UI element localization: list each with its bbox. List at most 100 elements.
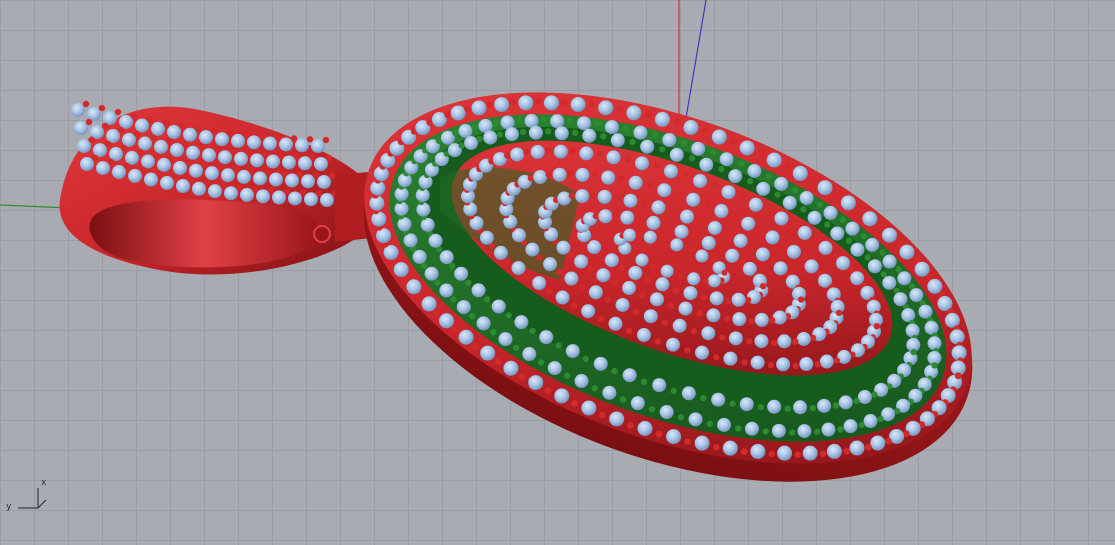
outer-ring-prong xyxy=(494,358,502,366)
model-scene[interactable] xyxy=(0,0,1115,545)
bail-stone xyxy=(141,154,155,169)
field-ring-2-prong xyxy=(781,240,788,247)
outer-ring-stone xyxy=(458,329,474,345)
field-ring-2-prong xyxy=(690,328,698,335)
green-ring-1-prong xyxy=(879,249,886,256)
outer-ring-prong xyxy=(560,98,568,106)
green-ring-1-stone xyxy=(403,233,418,248)
bail-stone xyxy=(80,157,94,171)
field-ring-3-prong xyxy=(641,199,648,206)
green-ring-1-prong xyxy=(564,372,571,380)
field-ring-3-stone xyxy=(706,308,721,323)
green-ring-1-prong xyxy=(680,139,688,146)
field-ring-1-prong xyxy=(713,354,720,361)
outer-ring-stone xyxy=(711,129,727,145)
field-ring-2-stone xyxy=(701,326,716,341)
outer-ring-stone xyxy=(421,296,437,312)
field-ring-4-stone xyxy=(683,286,698,301)
field-ring-1-prong xyxy=(833,357,840,364)
bail-prong xyxy=(136,148,144,156)
field-ring-4-prong xyxy=(592,212,600,220)
outer-ring-stone xyxy=(439,313,455,329)
green-ring-1-stone xyxy=(909,288,924,303)
green-ring-2-stone xyxy=(554,126,569,141)
triad-y-label: y xyxy=(6,502,12,512)
field-ring-1-prong xyxy=(596,150,603,157)
field-ring-1-prong xyxy=(791,221,798,228)
field-ring-4-prong xyxy=(725,297,733,304)
field-ring-5-stone xyxy=(643,230,657,244)
green-ring-2-prong xyxy=(864,254,871,261)
green-ring-1-stone xyxy=(476,316,491,331)
green-ring-1-prong xyxy=(677,414,685,421)
bail-prong xyxy=(107,158,115,166)
green-ring-2-stone xyxy=(640,139,655,154)
outer-ring-prong xyxy=(834,190,842,198)
green-ring-1-stone xyxy=(744,421,759,436)
outer-ring-stone xyxy=(626,105,642,121)
field-ring-3-stone xyxy=(707,220,722,235)
outer-ring-stone xyxy=(494,97,510,113)
field-ring-5-prong xyxy=(702,278,709,285)
bail-stone xyxy=(269,172,283,187)
green-ring-1-prong xyxy=(450,296,457,303)
field-ring-3-stone xyxy=(649,292,664,307)
field-ring-1-stone xyxy=(493,245,508,260)
bail-prong xyxy=(328,172,336,180)
bail-prong xyxy=(290,135,298,142)
field-ring-1-stone xyxy=(608,316,623,331)
green-ring-2-prong xyxy=(449,262,456,270)
field-ring-1-stone xyxy=(606,150,621,165)
outer-ring-stone xyxy=(528,375,544,391)
bail-prong xyxy=(130,112,138,120)
field-ring-3-prong xyxy=(587,266,594,273)
field-ring-2-prong xyxy=(801,255,808,262)
green-ring-2-prong xyxy=(853,397,860,405)
perspective-viewport[interactable]: x y xyxy=(0,0,1115,545)
outer-ring-stone xyxy=(899,244,915,260)
bail-prong xyxy=(264,169,272,176)
field-ring-3-stone xyxy=(623,193,638,208)
pendant-body xyxy=(363,92,973,482)
field-ring-2-stone xyxy=(628,175,643,190)
bail-prong xyxy=(232,166,240,173)
field-ring-3-prong xyxy=(667,302,675,309)
outer-ring-prong xyxy=(740,448,748,455)
bail-prong xyxy=(219,181,227,189)
green-ring-2-prong xyxy=(555,342,562,349)
field-ring-5-stone xyxy=(635,253,649,267)
bail-prong xyxy=(98,104,106,112)
field-ring-2-stone xyxy=(804,259,819,274)
bail-prong xyxy=(114,108,122,116)
bail-prong xyxy=(133,130,141,138)
green-ring-1-prong xyxy=(619,396,627,403)
outer-ring-stone xyxy=(766,152,782,168)
outer-ring-prong xyxy=(712,443,720,451)
green-ring-1-prong xyxy=(452,129,459,137)
green-ring-2-prong xyxy=(688,155,696,162)
field-ring-3-stone xyxy=(772,310,787,325)
field-ring-1-stone xyxy=(774,211,789,226)
green-ring-1-prong xyxy=(877,415,884,423)
green-ring-1-stone xyxy=(574,374,589,389)
field-ring-1-stone xyxy=(818,240,833,255)
field-ring-3-prong xyxy=(611,279,619,287)
field-ring-3-prong xyxy=(698,217,705,224)
bail-prong xyxy=(117,126,125,134)
outer-ring-stone xyxy=(870,435,886,451)
field-ring-3-stone xyxy=(755,247,770,262)
field-ring-4-prong xyxy=(718,245,726,252)
green-ring-2-stone xyxy=(739,397,754,412)
green-ring-1-prong xyxy=(492,119,499,126)
green-ring-1-stone xyxy=(845,221,860,236)
bail-prong xyxy=(187,176,195,184)
bail-prong xyxy=(82,100,90,108)
green-ring-1-stone xyxy=(456,300,471,315)
bail-stone xyxy=(221,168,235,183)
green-ring-1-prong xyxy=(591,385,598,392)
green-ring-2-prong xyxy=(659,146,666,153)
field-ring-2-prong xyxy=(719,334,726,341)
bail-prong xyxy=(213,145,221,153)
bail-stone xyxy=(298,156,312,171)
field-ring-5-stone xyxy=(660,264,674,278)
